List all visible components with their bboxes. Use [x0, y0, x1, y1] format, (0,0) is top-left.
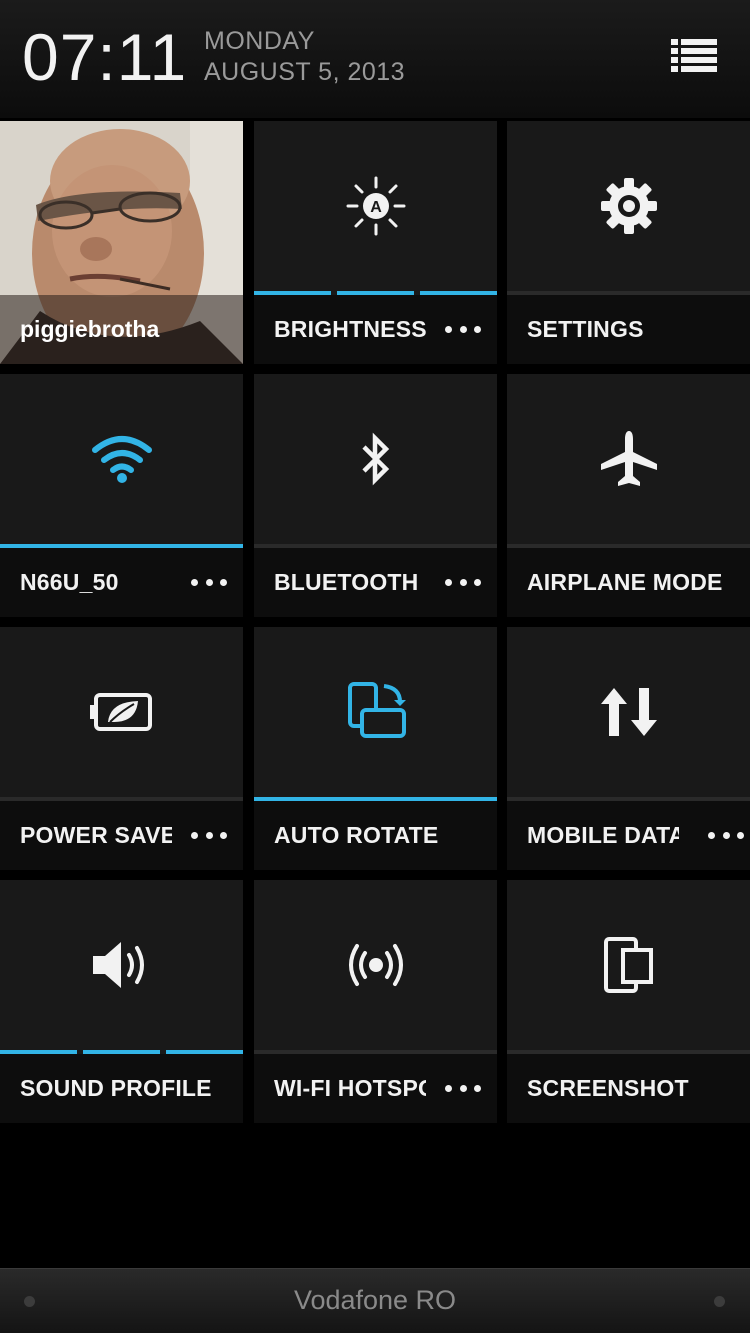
brightness-auto-icon: A: [346, 176, 405, 236]
tile-mobile-data[interactable]: MOBILE DATA: [507, 627, 750, 870]
battery-leaf-icon: [89, 693, 152, 731]
notification-header: 07:11 MONDAY AUGUST 5, 2013: [0, 0, 750, 118]
profile-name-band: piggiebrotha: [0, 295, 243, 364]
tile-label: AUTO ROTATE: [274, 822, 439, 848]
screenshot-icon: [603, 937, 653, 993]
carrier-label: Vodafone RO: [293, 1285, 457, 1315]
list-icon: [671, 39, 717, 72]
tile-screenshot[interactable]: SCREENSHOT: [507, 880, 750, 1123]
tile-label: MOBILE DATA: [527, 822, 679, 848]
tile-wifi-hotspot[interactable]: WI-FI HOTSPOT: [254, 880, 497, 1123]
list-view-button[interactable]: [662, 30, 726, 82]
tile-label: BRIGHTNESS: [274, 316, 426, 342]
notification-drag-handle[interactable]: Vodafone RO: [0, 1268, 750, 1333]
tile-label: WI-FI HOTSPOT: [274, 1075, 426, 1101]
tile-label: SCREENSHOT: [527, 1075, 689, 1101]
airplane-icon: [600, 431, 657, 486]
more-options-button[interactable]: [708, 825, 744, 845]
profile-name: piggiebrotha: [20, 316, 160, 342]
svg-text:A: A: [370, 199, 382, 216]
more-options-button[interactable]: [191, 825, 227, 845]
tile-label: AIRPLANE MODE: [527, 569, 723, 595]
day-of-week: MONDAY: [204, 27, 315, 55]
tile-settings[interactable]: SETTINGS: [507, 121, 750, 364]
clock: 07:11: [22, 20, 188, 94]
tile-auto-rotate[interactable]: AUTO ROTATE: [254, 627, 497, 870]
more-options-button[interactable]: [445, 572, 481, 592]
tile-airplane-mode[interactable]: AIRPLANE MODE: [507, 374, 750, 617]
tile-brightness[interactable]: A BRIGHTNESS: [254, 121, 497, 364]
tile-label: SOUND PROFILE: [20, 1075, 212, 1101]
bluetooth-icon: [361, 432, 389, 486]
tile-label: N66U_50: [20, 569, 119, 595]
full-date: AUGUST 5, 2013: [204, 58, 406, 86]
tile-bluetooth[interactable]: BLUETOOTH: [254, 374, 497, 617]
tile-label: BLUETOOTH: [274, 569, 419, 595]
date-block: MONDAY AUGUST 5, 2013: [204, 26, 405, 88]
tile-wifi[interactable]: N66U_50: [0, 374, 243, 617]
tile-sound-profile[interactable]: SOUND PROFILE: [0, 880, 243, 1123]
hotspot-icon: [348, 944, 403, 986]
tile-label: POWER SAVER: [20, 822, 172, 848]
tile-label: SETTINGS: [527, 316, 644, 342]
gear-icon: [600, 178, 657, 234]
more-options-button[interactable]: [445, 1078, 481, 1098]
more-options-button[interactable]: [191, 572, 227, 592]
wifi-icon: [91, 436, 152, 483]
profile-tile[interactable]: piggiebrotha: [0, 121, 243, 364]
speaker-icon: [92, 942, 144, 988]
up-down-arrows-icon: [600, 688, 657, 736]
handle-dot-right: [714, 1296, 725, 1307]
tile-power-saver[interactable]: POWER SAVER: [0, 627, 243, 870]
rotate-screen-icon: [347, 682, 406, 738]
more-options-button[interactable]: [445, 319, 481, 339]
